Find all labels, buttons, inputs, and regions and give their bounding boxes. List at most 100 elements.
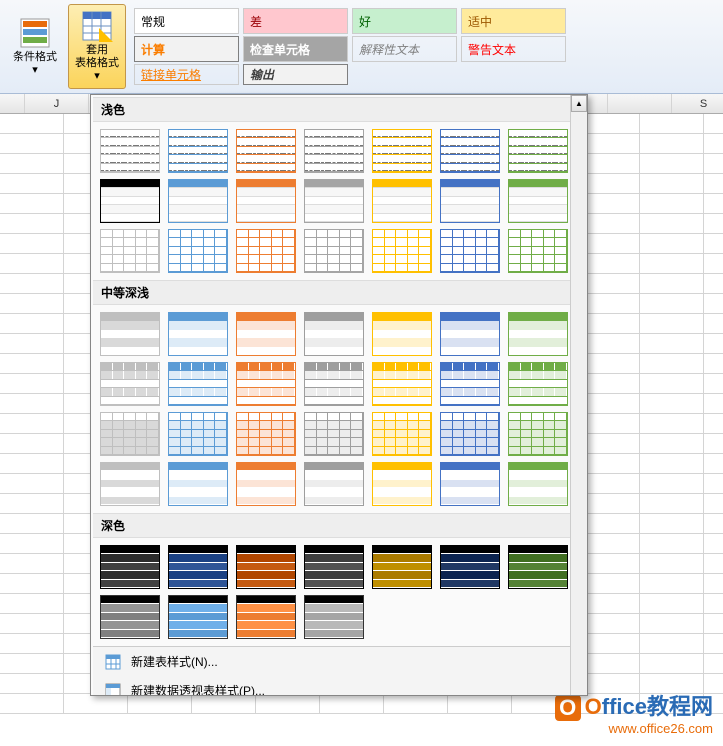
table-style-option[interactable]: [303, 228, 365, 274]
table-style-option[interactable]: [507, 128, 569, 174]
grid-cell[interactable]: [704, 474, 723, 493]
new-table-style-item[interactable]: 新建表样式(N)...: [93, 647, 585, 676]
table-style-option[interactable]: [167, 461, 229, 507]
grid-cell[interactable]: [704, 154, 723, 173]
grid-cell[interactable]: [0, 314, 64, 333]
table-style-option[interactable]: [439, 411, 501, 457]
grid-cell[interactable]: [0, 174, 64, 193]
grid-cell[interactable]: [704, 134, 723, 153]
grid-cell[interactable]: [640, 274, 704, 293]
grid-cell[interactable]: [0, 554, 64, 573]
style-warn[interactable]: 警告文本: [461, 36, 566, 62]
table-style-option[interactable]: [507, 361, 569, 407]
col-header[interactable]: [0, 94, 25, 113]
table-style-option[interactable]: [371, 544, 433, 590]
grid-cell[interactable]: [0, 614, 64, 633]
grid-cell[interactable]: [0, 534, 64, 553]
grid-cell[interactable]: [0, 434, 64, 453]
grid-cell[interactable]: [0, 154, 64, 173]
grid-cell[interactable]: [320, 694, 384, 713]
table-style-option[interactable]: [99, 361, 161, 407]
style-good[interactable]: 好: [352, 8, 457, 34]
grid-cell[interactable]: [704, 594, 723, 613]
grid-cell[interactable]: [0, 214, 64, 233]
table-style-option[interactable]: [371, 311, 433, 357]
grid-cell[interactable]: [704, 194, 723, 213]
table-style-option[interactable]: [167, 228, 229, 274]
grid-cell[interactable]: [0, 654, 64, 673]
grid-cell[interactable]: [640, 134, 704, 153]
grid-cell[interactable]: [0, 674, 64, 693]
grid-cell[interactable]: [0, 594, 64, 613]
table-style-option[interactable]: [167, 594, 229, 640]
table-style-option[interactable]: [167, 128, 229, 174]
grid-cell[interactable]: [0, 514, 64, 533]
grid-cell[interactable]: [256, 694, 320, 713]
table-style-option[interactable]: [439, 178, 501, 224]
style-calc[interactable]: 计算: [134, 36, 239, 62]
table-style-option[interactable]: [371, 461, 433, 507]
table-style-option[interactable]: [439, 228, 501, 274]
grid-cell[interactable]: [0, 254, 64, 273]
style-explain[interactable]: 解释性文本: [352, 36, 457, 62]
grid-cell[interactable]: [640, 194, 704, 213]
grid-cell[interactable]: [640, 654, 704, 673]
grid-cell[interactable]: [0, 414, 64, 433]
grid-cell[interactable]: [704, 114, 723, 133]
grid-cell[interactable]: [704, 614, 723, 633]
table-style-option[interactable]: [371, 411, 433, 457]
grid-cell[interactable]: [0, 574, 64, 593]
grid-cell[interactable]: [704, 434, 723, 453]
table-style-option[interactable]: [167, 411, 229, 457]
grid-cell[interactable]: [704, 274, 723, 293]
table-style-option[interactable]: [99, 461, 161, 507]
table-style-option[interactable]: [167, 311, 229, 357]
table-style-option[interactable]: [235, 228, 297, 274]
grid-cell[interactable]: [640, 354, 704, 373]
table-style-option[interactable]: [507, 311, 569, 357]
grid-cell[interactable]: [640, 314, 704, 333]
grid-cell[interactable]: [0, 474, 64, 493]
table-format-button[interactable]: 套用 表格格式 ▾: [68, 4, 126, 89]
grid-cell[interactable]: [0, 234, 64, 253]
table-style-option[interactable]: [439, 128, 501, 174]
table-style-option[interactable]: [99, 178, 161, 224]
grid-cell[interactable]: [384, 694, 448, 713]
grid-cell[interactable]: [704, 514, 723, 533]
style-link[interactable]: 链接单元格: [134, 64, 239, 85]
style-check[interactable]: 检查单元格: [243, 36, 348, 62]
gallery-scrollbar[interactable]: ▲: [570, 95, 587, 695]
grid-cell[interactable]: [64, 694, 128, 713]
table-style-option[interactable]: [235, 311, 297, 357]
grid-cell[interactable]: [0, 454, 64, 473]
grid-cell[interactable]: [704, 214, 723, 233]
table-style-option[interactable]: [439, 461, 501, 507]
table-style-option[interactable]: [303, 461, 365, 507]
table-style-option[interactable]: [303, 311, 365, 357]
grid-cell[interactable]: [704, 334, 723, 353]
grid-cell[interactable]: [0, 194, 64, 213]
grid-cell[interactable]: [640, 454, 704, 473]
grid-cell[interactable]: [640, 494, 704, 513]
table-style-option[interactable]: [99, 594, 161, 640]
grid-cell[interactable]: [704, 394, 723, 413]
grid-cell[interactable]: [704, 294, 723, 313]
grid-cell[interactable]: [0, 134, 64, 153]
grid-cell[interactable]: [0, 334, 64, 353]
grid-cell[interactable]: [704, 494, 723, 513]
table-style-option[interactable]: [303, 544, 365, 590]
table-style-option[interactable]: [99, 544, 161, 590]
grid-cell[interactable]: [640, 574, 704, 593]
table-style-option[interactable]: [235, 461, 297, 507]
table-style-option[interactable]: [303, 361, 365, 407]
col-header-s[interactable]: S: [672, 94, 723, 113]
grid-cell[interactable]: [640, 394, 704, 413]
table-style-option[interactable]: [167, 361, 229, 407]
grid-cell[interactable]: [640, 254, 704, 273]
table-style-option[interactable]: [303, 594, 365, 640]
table-style-option[interactable]: [507, 461, 569, 507]
grid-cell[interactable]: [640, 374, 704, 393]
grid-cell[interactable]: [0, 394, 64, 413]
col-header[interactable]: [608, 94, 672, 113]
grid-cell[interactable]: [0, 354, 64, 373]
